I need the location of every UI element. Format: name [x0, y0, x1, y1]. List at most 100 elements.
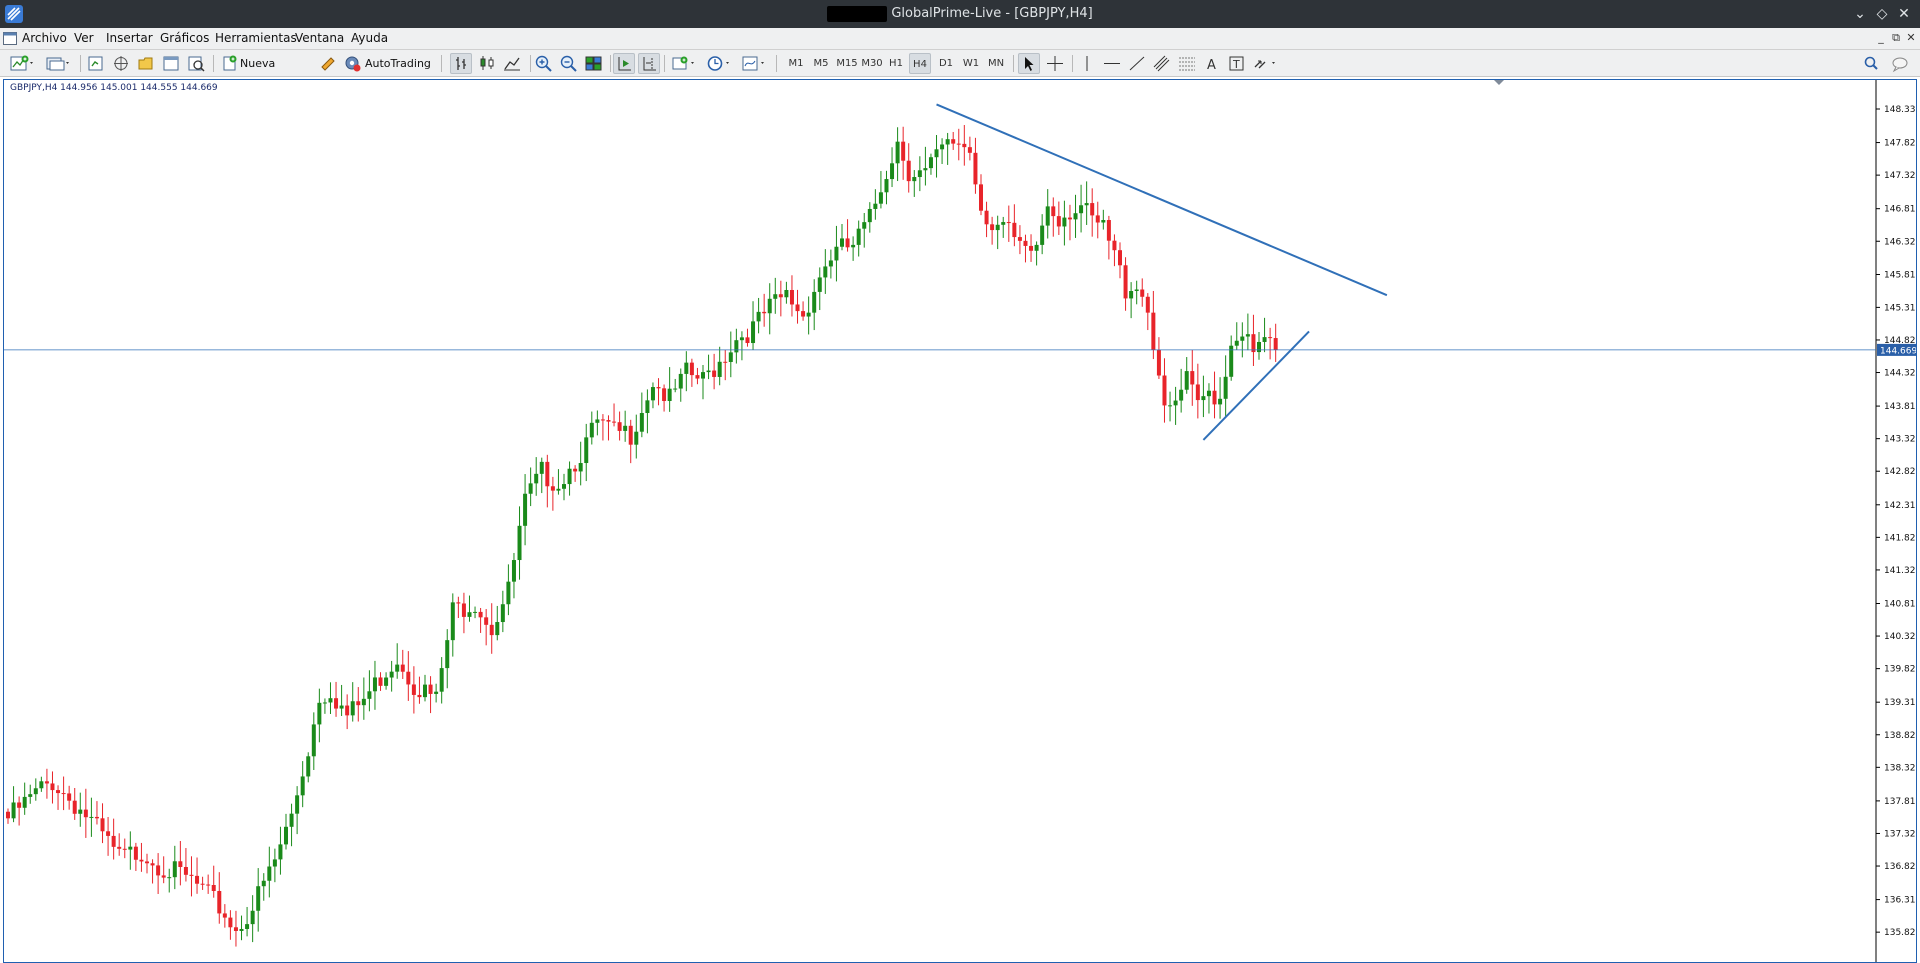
timeframe-d1[interactable]: D1 [935, 53, 957, 74]
mdi-restore-button[interactable]: ⧉ [1889, 31, 1903, 45]
menu-archivo[interactable]: Archivo [22, 31, 67, 45]
bull-candle [317, 702, 322, 725]
trendline-icon[interactable] [1126, 53, 1148, 74]
bull-candle [28, 794, 33, 797]
bear-candle [656, 387, 661, 389]
arrows-tool-button[interactable] [1251, 53, 1279, 74]
new-order-label: Nueva orden [240, 57, 276, 91]
crosshair-icon[interactable] [1044, 53, 1066, 74]
bull-candle [322, 702, 327, 704]
equidistant-channel-icon[interactable] [1151, 53, 1173, 74]
price-tick-label: 136.825 [1884, 862, 1917, 872]
chart-window[interactable]: GBPJPY,H4 144.956 145.001 144.555 144.66… [3, 79, 1917, 963]
data-folder-icon[interactable] [136, 53, 156, 74]
bull-candle [445, 640, 450, 669]
strategy-tester-icon[interactable] [186, 53, 206, 74]
menu-ventana[interactable]: Ventana [295, 31, 344, 45]
text-label-icon[interactable]: T [1226, 53, 1248, 74]
navigator-icon[interactable] [111, 53, 131, 74]
new-chart-button[interactable] [8, 53, 36, 74]
minimize-window-button[interactable]: ⌄ [1850, 4, 1870, 24]
menu-herramientas[interactable]: Herramientas [215, 31, 297, 45]
bear-candle [723, 361, 728, 363]
chart-shift-marker[interactable] [1494, 80, 1504, 85]
bull-candle [1245, 334, 1250, 337]
bear-candle [345, 705, 350, 716]
bull-candle [1073, 213, 1078, 220]
bear-candle [478, 611, 483, 618]
templates-button[interactable] [740, 53, 768, 74]
price-tick-label: 136.315 [1884, 896, 1917, 906]
candlestick-chart-button[interactable] [476, 53, 498, 74]
bear-candle [72, 800, 77, 814]
bear-candle [617, 422, 622, 431]
bull-candle [250, 910, 255, 925]
maximize-window-button[interactable]: ◇ [1872, 4, 1892, 24]
vertical-line-icon[interactable] [1076, 53, 1098, 74]
timeframe-m15[interactable]: M15 [835, 53, 859, 74]
bear-candle [356, 701, 361, 706]
text-tool-icon[interactable]: A [1201, 53, 1223, 74]
zoom-in-icon[interactable] [533, 53, 555, 74]
support-trendline[interactable] [1202, 330, 1310, 441]
price-tick-label: 147.820 [1884, 139, 1917, 149]
bear-candle [1118, 250, 1122, 266]
bull-candle [1001, 222, 1006, 225]
timeframe-h4[interactable]: H4 [909, 53, 931, 74]
mdi-close-button[interactable]: ✕ [1904, 31, 1918, 45]
bear-candle [1268, 337, 1273, 339]
bear-candle [1123, 265, 1128, 299]
terminal-window-icon[interactable] [161, 53, 181, 74]
price-tick-label: 135.820 [1884, 928, 1917, 938]
resistance-trendline[interactable] [936, 103, 1388, 297]
search-icon[interactable] [1862, 53, 1882, 74]
timeframe-m1[interactable]: M1 [785, 53, 807, 74]
price-chart[interactable]: 148.330 147.820 147.325 146.815 146.320 145.8… [4, 80, 1917, 963]
zoom-out-icon[interactable] [558, 53, 580, 74]
bull-candle [450, 602, 455, 641]
indicators-button[interactable] [670, 53, 698, 74]
price-tick-label: 142.315 [1884, 501, 1917, 511]
bull-candle [1134, 289, 1139, 292]
menu-graficos[interactable]: Gráficos [160, 31, 209, 45]
close-window-button[interactable]: ✕ [1894, 4, 1914, 24]
bull-candle [650, 387, 655, 401]
cursor-tool-icon[interactable] [1018, 53, 1040, 74]
chart-window-icon[interactable] [3, 32, 17, 45]
mdi-minimize-button[interactable]: _ [1874, 31, 1888, 45]
autotrading-button[interactable]: AutoTrading [343, 53, 431, 74]
menu-bar: Archivo Ver Insertar Gráficos Herramient… [0, 28, 1920, 50]
periods-clock-button[interactable] [705, 53, 733, 74]
timeframe-w1[interactable]: W1 [960, 53, 982, 74]
timeframe-m30[interactable]: M30 [860, 53, 884, 74]
bull-candle [272, 859, 277, 867]
bar-chart-button[interactable] [450, 53, 472, 74]
timeframe-h1[interactable]: H1 [885, 53, 907, 74]
bull-candle [940, 144, 945, 150]
chat-icon[interactable] [1888, 53, 1912, 74]
chart-shift-button[interactable] [638, 53, 660, 74]
horizontal-line-icon[interactable] [1101, 53, 1123, 74]
line-chart-button[interactable] [501, 53, 523, 74]
menu-ayuda[interactable]: Ayuda [351, 31, 388, 45]
profiles-button[interactable] [44, 53, 72, 74]
bear-candle [484, 617, 489, 625]
bull-candle [1168, 405, 1173, 407]
bull-candle [1218, 398, 1223, 405]
menu-insertar[interactable]: Insertar [106, 31, 153, 45]
timeframe-mn[interactable]: MN [985, 53, 1007, 74]
fibonacci-icon[interactable] [1176, 53, 1198, 74]
meta-editor-icon[interactable] [318, 53, 338, 74]
menu-ver[interactable]: Ver [74, 31, 94, 45]
auto-scroll-button[interactable] [613, 53, 635, 74]
bear-candle [222, 913, 227, 918]
bull-candle [645, 400, 650, 414]
bull-candle [495, 622, 500, 636]
market-watch-icon[interactable] [86, 53, 106, 74]
window-titlebar: GlobalPrime-Live - [GBPJPY,H4] ⌄ ◇ ✕ [0, 0, 1920, 28]
tile-windows-icon[interactable] [583, 53, 605, 74]
timeframe-m5[interactable]: M5 [810, 53, 832, 74]
bear-candle [1106, 220, 1111, 241]
bull-candle [539, 461, 544, 474]
new-order-button[interactable]: Nueva orden [220, 53, 308, 91]
